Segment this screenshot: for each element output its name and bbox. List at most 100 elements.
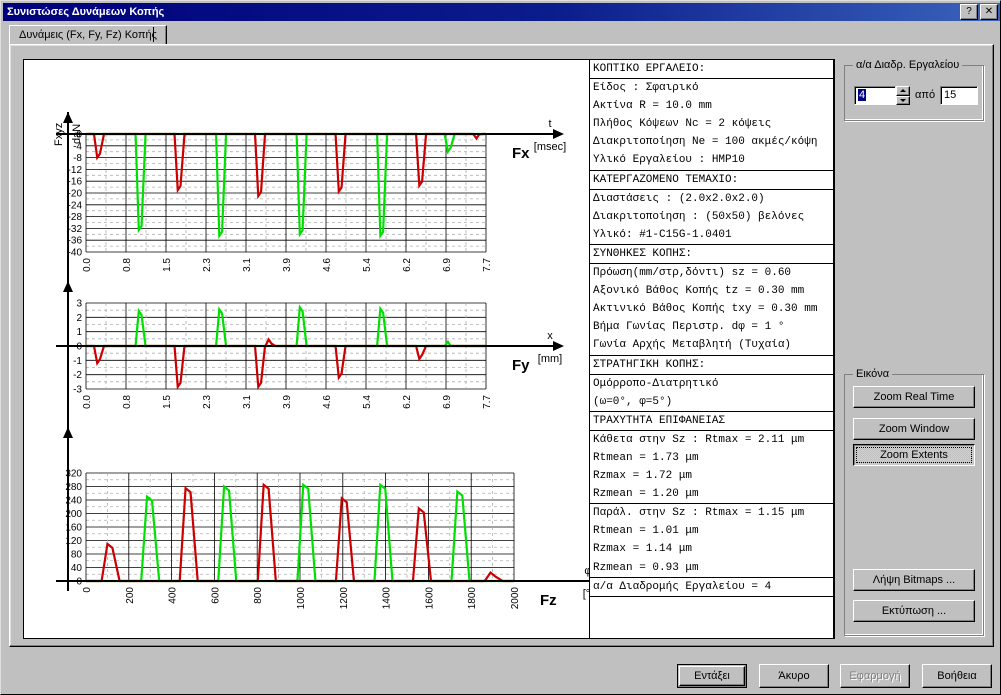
x-tick-label: 6.9 (442, 395, 453, 409)
info-row: Γωνία Αρχής Μεταβλητή (Τυχαία) (593, 339, 792, 352)
x-tick-label: 0.8 (122, 395, 133, 409)
y-tick-label: -36 (68, 236, 83, 247)
y-tick-label: -2 (73, 370, 82, 381)
toolpath-number-spinner[interactable] (896, 86, 910, 105)
chart-title: Fy (512, 357, 530, 374)
tab-strip: Δυνάμεις (Fx, Fy, Fz) Κοπής (9, 25, 994, 45)
chart-fx: 0-4-8-12-16-20-24-28-32-36-400.00.81.52.… (53, 112, 566, 296)
x-tick-label: 0.8 (122, 258, 133, 272)
toolpath-number-input[interactable]: 4 (854, 86, 896, 105)
help-button[interactable]: Βοήθεια (922, 664, 992, 688)
info-row: Αξονικό Βάθος Κοπής tz = 0.30 mm (593, 285, 805, 298)
of-label: από (915, 89, 936, 101)
x-tick-label: 200 (125, 587, 136, 604)
info-row: Ακτινικό Βάθος Κοπής txy = 0.30 mm (593, 303, 818, 316)
x-tick-label: 2000 (510, 587, 521, 610)
info-row: ΚΟΠΤΙΚΟ ΕΡΓΑΛΕΙΟ: (593, 63, 706, 75)
help-icon[interactable]: ? (960, 4, 978, 20)
x-tick-label: 1.5 (162, 395, 173, 409)
info-row: Ακτίνα R = 10.0 mm (593, 100, 712, 113)
toolpath-number-value: 4 (858, 89, 867, 101)
y-tick-label: -3 (73, 385, 82, 396)
info-row: Διακριτοποίηση : (50x50) βελόνες (593, 210, 805, 223)
y-tick-label: -28 (68, 212, 83, 223)
spinner-up-icon[interactable] (896, 86, 910, 96)
x-tick-label: 3.9 (282, 395, 293, 409)
zoom-real-time-button[interactable]: Zoom Real Time (853, 386, 975, 408)
y-tick-label: 1 (76, 327, 82, 338)
y-tick-label: -24 (68, 200, 83, 211)
x-tick-label: 800 (253, 587, 264, 604)
y-tick-label: -8 (73, 153, 82, 164)
toolpath-number-group: α/α Διαδρ. Εργαλείου 4 από 15 (844, 59, 984, 121)
close-icon[interactable]: ✕ (980, 4, 998, 20)
info-row (590, 595, 833, 615)
zoom-window-button[interactable]: Zoom Window (853, 418, 975, 440)
x-tick-label: 6.9 (442, 258, 453, 272)
y-tick-label: -32 (68, 224, 83, 235)
x-tick-label: 1000 (296, 587, 307, 610)
info-row: Rtmean = 1.01 μm (593, 525, 699, 538)
cutting-info-panel: ΚΟΠΤΙΚΟ ΕΡΓΑΛΕΙΟ: Είδος : Σφαιρικό Ακτίνα … (589, 59, 834, 639)
x-tick-label: 1200 (339, 587, 350, 610)
x-tick-label: 3.1 (242, 395, 253, 409)
window-title: Συνιστώσες Δυνάμεων Κοπής (7, 6, 165, 18)
info-row: Rzmax = 1.72 μm (593, 470, 693, 483)
x-tick-label: 4.6 (322, 395, 333, 409)
y-tick-label: -1 (73, 356, 82, 367)
info-row: Rzmax = 1.14 μm (593, 543, 693, 556)
info-row: Υλικό: #1-C15G-1.0401 (593, 228, 732, 241)
x-tick-label: 1.5 (162, 258, 173, 272)
info-row: Ομόρροπο-Διατρητικό (590, 373, 833, 393)
x-tick-label: 7.7 (482, 258, 493, 272)
y-tick-label: 3 (76, 299, 82, 310)
chart-fy: 3210-1-2-30.00.81.52.33.13.94.65.46.26.9… (56, 281, 564, 433)
x-tick-label: 0.0 (82, 258, 93, 272)
x-axis-unit: [msec] (534, 141, 566, 153)
y-tick-label: -40 (68, 248, 83, 259)
info-row: Κάθετα στην Sz : Rtmax = 2.11 μm (590, 429, 833, 449)
info-row: Πλήθος Κόψεων Nc = 2 κόψεις (593, 118, 772, 131)
y-axis-label: Fxyz (53, 123, 65, 146)
x-tick-label: 6.2 (402, 395, 413, 409)
x-tick-label: 6.2 (402, 258, 413, 272)
title-bar-buttons: ? ✕ (960, 4, 998, 20)
info-row: Υλικό Εργαλείου : HMP10 (593, 154, 745, 167)
x-tick-label: 4.6 (322, 258, 333, 272)
spinner-down-icon[interactable] (896, 95, 910, 105)
print-button[interactable]: Εκτύπωση ... (853, 600, 975, 622)
y-axis-unit: daN (71, 124, 83, 144)
x-tick-label: 1800 (467, 587, 478, 610)
apply-button: Εφαρμογή (840, 664, 910, 688)
x-tick-label: 7.7 (482, 395, 493, 409)
y-tick-label: -12 (68, 165, 83, 176)
chart-title: Fz (540, 592, 557, 609)
info-row: ΣΤΡΑΤΗΓΙΚΗ ΚΟΠΗΣ: (590, 354, 833, 374)
info-row: α/α Διαδρομής Εργαλείου = 4 (590, 576, 833, 596)
tab-cutting-forces[interactable]: Δυνάμεις (Fx, Fy, Fz) Κοπής (9, 25, 167, 44)
get-bitmaps-button[interactable]: Λήψη Bitmaps ... (853, 569, 975, 591)
y-tick-label: -16 (68, 177, 83, 188)
image-group: Εικόνα (844, 368, 984, 636)
image-group-title: Εικόνα (853, 368, 893, 380)
x-tick-label: 600 (210, 587, 221, 604)
title-bar: Συνιστώσες Δυνάμεων Κοπής ? ✕ (3, 3, 1000, 21)
info-row: ΚΑΤΕΡΓΑΖΟΜΕΝΟ ΤΕΜΑΧΙΟ: (590, 169, 833, 189)
zoom-extents-button[interactable]: Zoom Extents (853, 444, 975, 466)
info-row: Διακριτοποίηση Ne = 100 ακμές/κόψη (593, 136, 818, 149)
info-row: Βήμα Γωνίας Περιστρ. dφ = 1 ° (593, 321, 785, 334)
x-tick-label: 3.1 (242, 258, 253, 272)
info-row: (ω=0°, φ=5°) (593, 395, 673, 408)
info-row: Rtmean = 1.73 μm (593, 451, 699, 464)
tab-focus-caret (153, 27, 154, 42)
x-tick-label: 3.9 (282, 258, 293, 272)
x-tick-label: 1600 (424, 587, 435, 610)
cancel-button[interactable]: Άκυρο (759, 664, 829, 688)
ok-button[interactable]: Εντάξει (677, 664, 747, 688)
x-tick-label: 0.0 (82, 395, 93, 409)
y-tick-label: 2 (76, 313, 82, 324)
chart-title: Fx (512, 145, 530, 162)
x-tick-label: 2.3 (202, 258, 213, 272)
y-tick-label: -20 (68, 189, 83, 200)
ok-button-label: Εντάξει (679, 666, 745, 686)
